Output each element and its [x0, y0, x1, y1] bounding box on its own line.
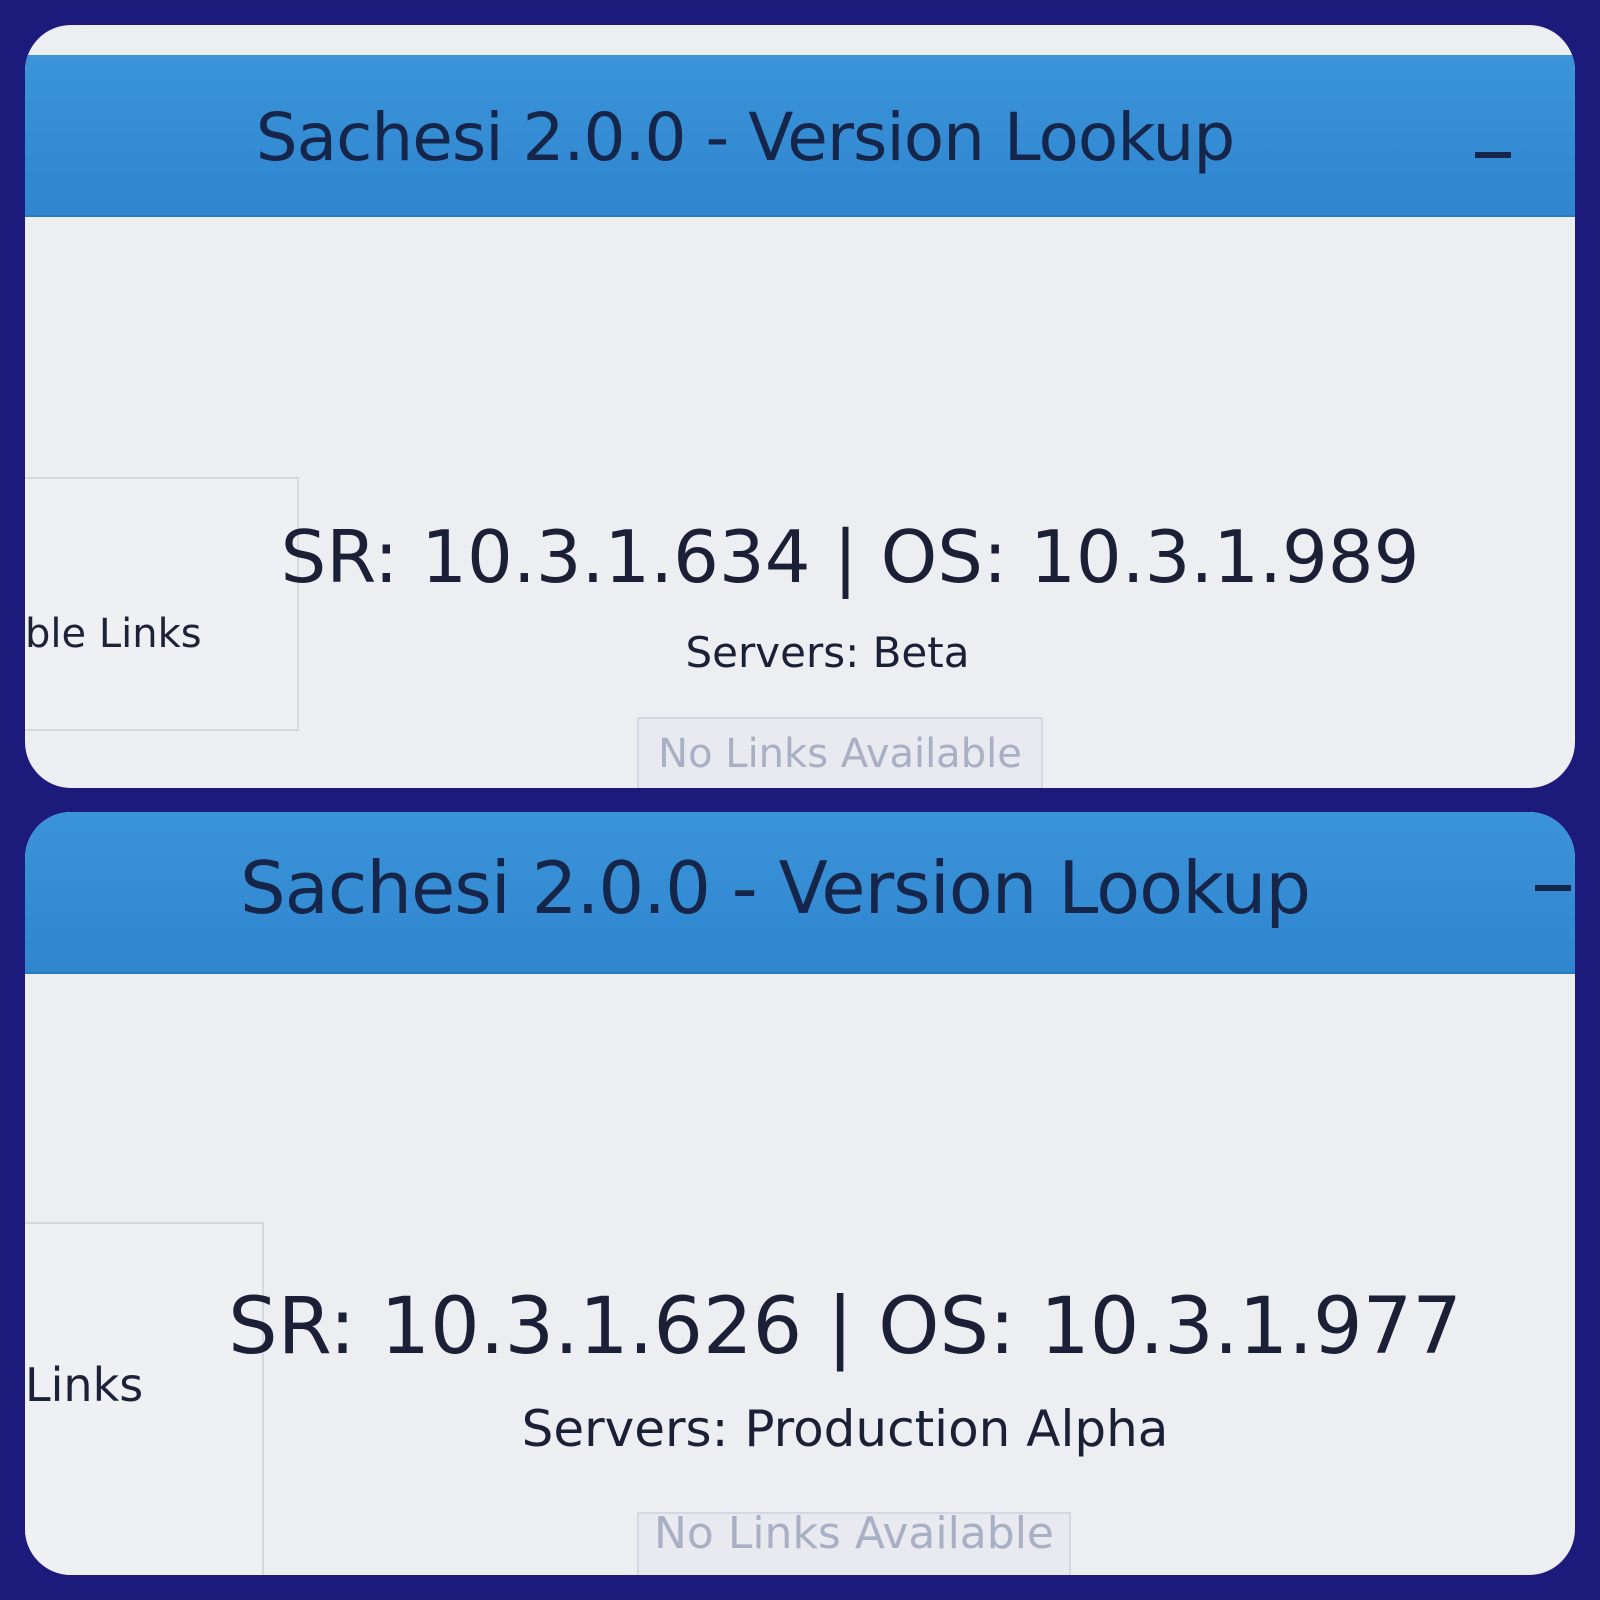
- window-titlebar: Sachesi 2.0.0 - Version Lookup: [25, 812, 1575, 974]
- window-screenshot-beta: Sachesi 2.0.0 - Version Lookup ble Links…: [25, 25, 1575, 788]
- no-links-button[interactable]: No Links Available: [637, 717, 1043, 788]
- servers-info: Servers: Beta: [685, 628, 970, 677]
- collage-frame: Sachesi 2.0.0 - Version Lookup ble Links…: [0, 0, 1600, 1600]
- window-title: Sachesi 2.0.0 - Version Lookup: [239, 846, 1311, 930]
- window-screenshot-production: Sachesi 2.0.0 - Version Lookup Links SR:…: [25, 812, 1575, 1575]
- minimize-icon[interactable]: [1471, 133, 1515, 177]
- window-title: Sachesi 2.0.0 - Version Lookup: [255, 99, 1235, 176]
- minimize-icon[interactable]: [1531, 866, 1575, 910]
- no-links-button[interactable]: No Links Available: [637, 1512, 1071, 1575]
- version-info: SR: 10.3.1.626 | OS: 10.3.1.977: [228, 1282, 1462, 1372]
- servers-info: Servers: Production Alpha: [521, 1400, 1169, 1458]
- window-titlebar: Sachesi 2.0.0 - Version Lookup: [25, 55, 1575, 217]
- version-info: SR: 10.3.1.634 | OS: 10.3.1.989: [280, 515, 1420, 599]
